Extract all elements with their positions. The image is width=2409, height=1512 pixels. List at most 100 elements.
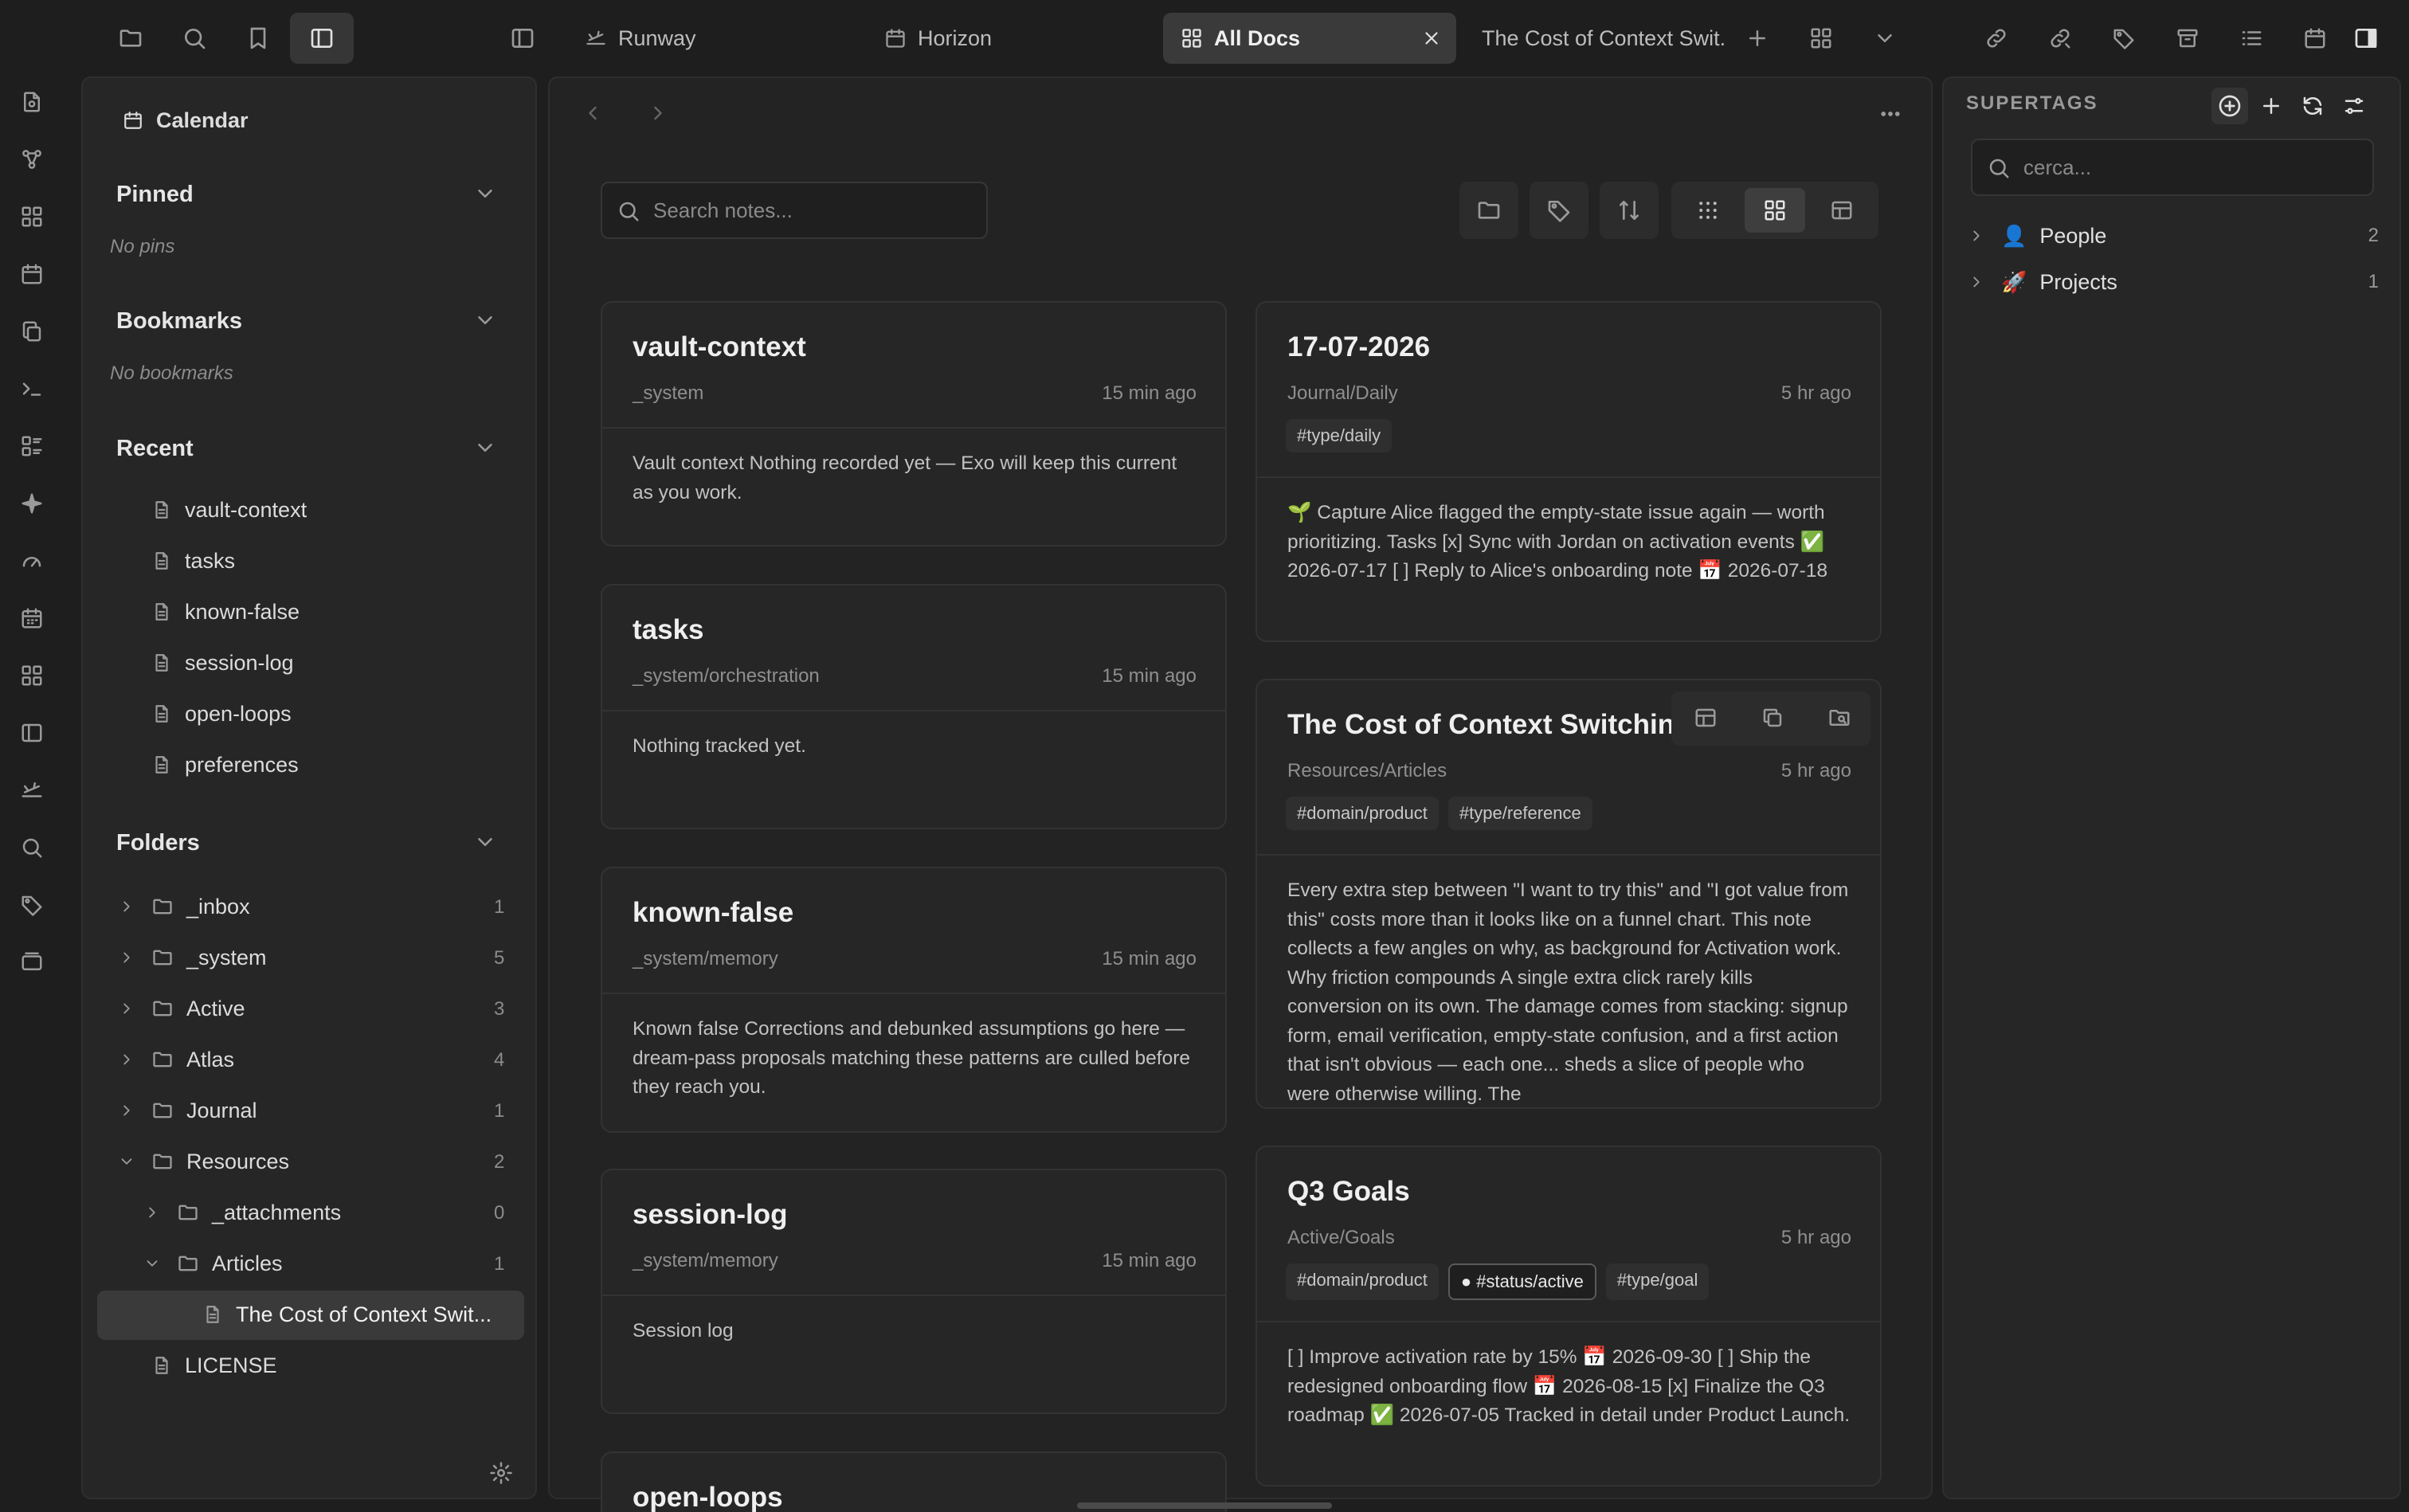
sidebar-panel-icon[interactable] (18, 719, 46, 747)
note-card[interactable]: vault-context _system 15 min ago Vault c… (601, 301, 1227, 546)
folder-item-articles[interactable]: Articles (177, 1240, 283, 1287)
status-tag-chip[interactable]: ● #status/active (1447, 1263, 1596, 1300)
folder-item-active[interactable]: Active (151, 985, 245, 1032)
note-card[interactable]: 17-07-2026 Journal/Daily 5 hr ago #type/… (1255, 301, 1882, 642)
note-card[interactable]: session-log _system/memory 15 min ago Se… (601, 1169, 1227, 1414)
file-item-license[interactable]: LICENSE (151, 1342, 277, 1389)
duplicate-icon[interactable] (1761, 706, 1784, 730)
graph-view-icon[interactable] (18, 145, 46, 174)
folder-item-resources[interactable]: Resources (151, 1138, 289, 1185)
folder-item-attachments[interactable]: _attachments (177, 1189, 341, 1236)
card-grid-view-button[interactable] (1745, 188, 1805, 233)
refresh-button[interactable] (2294, 88, 2331, 124)
supertag-item-projects[interactable]: 🚀 Projects 1 (1968, 260, 2385, 304)
search-icon[interactable] (18, 833, 46, 862)
tag-filter-button[interactable] (1530, 182, 1588, 239)
tab-horizon[interactable]: Horizon (867, 13, 1009, 64)
move-to-folder-icon[interactable] (1827, 706, 1851, 730)
tag-chip[interactable]: #domain/product (1286, 797, 1439, 830)
kanban-icon[interactable] (18, 432, 46, 460)
tab-grid-button[interactable] (1805, 22, 1837, 54)
bookmarks-button[interactable] (226, 13, 290, 64)
toggle-left-sidebar-button[interactable] (290, 13, 354, 64)
gauge-icon[interactable] (18, 546, 46, 575)
calendar-icon[interactable] (18, 260, 46, 288)
chevron-down-icon[interactable] (473, 436, 497, 460)
open-in-panel-icon[interactable] (1694, 706, 1718, 730)
chevron-right-icon[interactable] (118, 1102, 135, 1119)
tag-chip[interactable]: #type/goal (1605, 1263, 1710, 1300)
chevron-down-icon[interactable] (473, 182, 497, 206)
search-notes-input[interactable] (653, 194, 972, 226)
chevron-right-icon[interactable] (118, 1051, 135, 1068)
recent-header[interactable]: Recent (116, 436, 194, 462)
chevron-down-icon[interactable] (473, 308, 497, 332)
recent-item[interactable]: session-log (151, 640, 294, 686)
chevron-right-icon[interactable] (118, 949, 135, 966)
folder-item-system[interactable]: _system (151, 934, 267, 981)
supertag-item-people[interactable]: 👤 People 2 (1968, 213, 2385, 258)
files-button[interactable] (99, 13, 163, 64)
forward-arrow-icon[interactable] (647, 102, 669, 124)
terminal-icon[interactable] (18, 374, 46, 403)
sort-button[interactable] (1600, 182, 1659, 239)
sidebar-calendar-link[interactable]: Calendar (123, 97, 249, 143)
chevron-down-icon[interactable] (473, 830, 497, 854)
back-arrow-icon[interactable] (582, 102, 604, 124)
chevron-down-icon[interactable] (118, 1153, 135, 1170)
supertag-search-input[interactable] (2023, 151, 2358, 183)
search-notes-field[interactable] (601, 182, 988, 239)
note-card[interactable]: The Cost of Context Switching Resources/… (1255, 679, 1882, 1109)
bookmarks-header[interactable]: Bookmarks (116, 308, 242, 335)
slides-icon[interactable] (18, 948, 46, 977)
recent-item[interactable]: tasks (151, 538, 235, 584)
copy-files-icon[interactable] (18, 317, 46, 346)
tag-icon[interactable] (18, 891, 46, 919)
filter-settings-button[interactable] (2336, 88, 2372, 124)
supertag-search-field[interactable] (1971, 139, 2374, 196)
add-supertag-button[interactable] (2211, 88, 2248, 124)
sparkle-icon[interactable] (18, 489, 46, 518)
link-button[interactable] (1980, 22, 2012, 54)
recent-item[interactable]: known-false (151, 589, 300, 635)
new-item-button[interactable] (2253, 88, 2290, 124)
calendar-button[interactable] (2299, 22, 2331, 54)
new-tab-button[interactable] (1741, 22, 1773, 54)
folders-header[interactable]: Folders (116, 830, 200, 856)
chevron-right-icon[interactable] (118, 1000, 135, 1017)
outline-button[interactable] (2235, 22, 2267, 54)
folder-item-atlas[interactable]: Atlas (151, 1036, 234, 1083)
file-item-cost-of-context[interactable]: The Cost of Context Swit... (202, 1291, 492, 1338)
new-note-icon[interactable] (18, 88, 46, 116)
folder-item-inbox[interactable]: _inbox (151, 883, 250, 930)
close-icon[interactable] (1421, 28, 1442, 49)
settings-gear-icon[interactable] (489, 1461, 513, 1485)
toggle-right-sidebar-button[interactable] (2350, 22, 2382, 54)
note-card[interactable]: Q3 Goals Active/Goals 5 hr ago #domain/p… (1255, 1146, 1882, 1487)
pinned-header[interactable]: Pinned (116, 182, 194, 208)
tab-runway[interactable]: Runway (567, 13, 714, 64)
collapse-sidebar-button[interactable] (491, 13, 554, 64)
more-options-icon[interactable] (1878, 102, 1902, 126)
folder-item-journal[interactable]: Journal (151, 1087, 257, 1134)
note-card[interactable]: tasks _system/orchestration 15 min ago N… (601, 584, 1227, 829)
calendar-grid-icon[interactable] (18, 604, 46, 633)
search-button[interactable] (163, 13, 226, 64)
tags-button[interactable] (2108, 22, 2140, 54)
tag-chip[interactable]: #type/daily (1286, 419, 1393, 452)
chevron-right-icon[interactable] (118, 898, 135, 915)
recent-item[interactable]: preferences (151, 742, 299, 788)
tab-list-dropdown[interactable] (1869, 22, 1901, 54)
recent-item[interactable]: vault-context (151, 487, 307, 533)
tab-all-docs[interactable]: All Docs (1163, 13, 1456, 64)
folder-filter-button[interactable] (1459, 182, 1518, 239)
recent-item[interactable]: open-loops (151, 691, 292, 737)
unlink-button[interactable] (2044, 22, 2076, 54)
tag-chip[interactable]: #type/reference (1447, 797, 1592, 830)
dashboard-icon[interactable] (18, 202, 46, 231)
chevron-down-icon[interactable] (143, 1255, 161, 1272)
apps-icon[interactable] (18, 661, 46, 690)
dense-grid-view-button[interactable] (1678, 188, 1738, 233)
table-view-button[interactable] (1812, 188, 1872, 233)
tab-cost-of-context[interactable]: The Cost of Context Swit. (1464, 13, 1743, 64)
